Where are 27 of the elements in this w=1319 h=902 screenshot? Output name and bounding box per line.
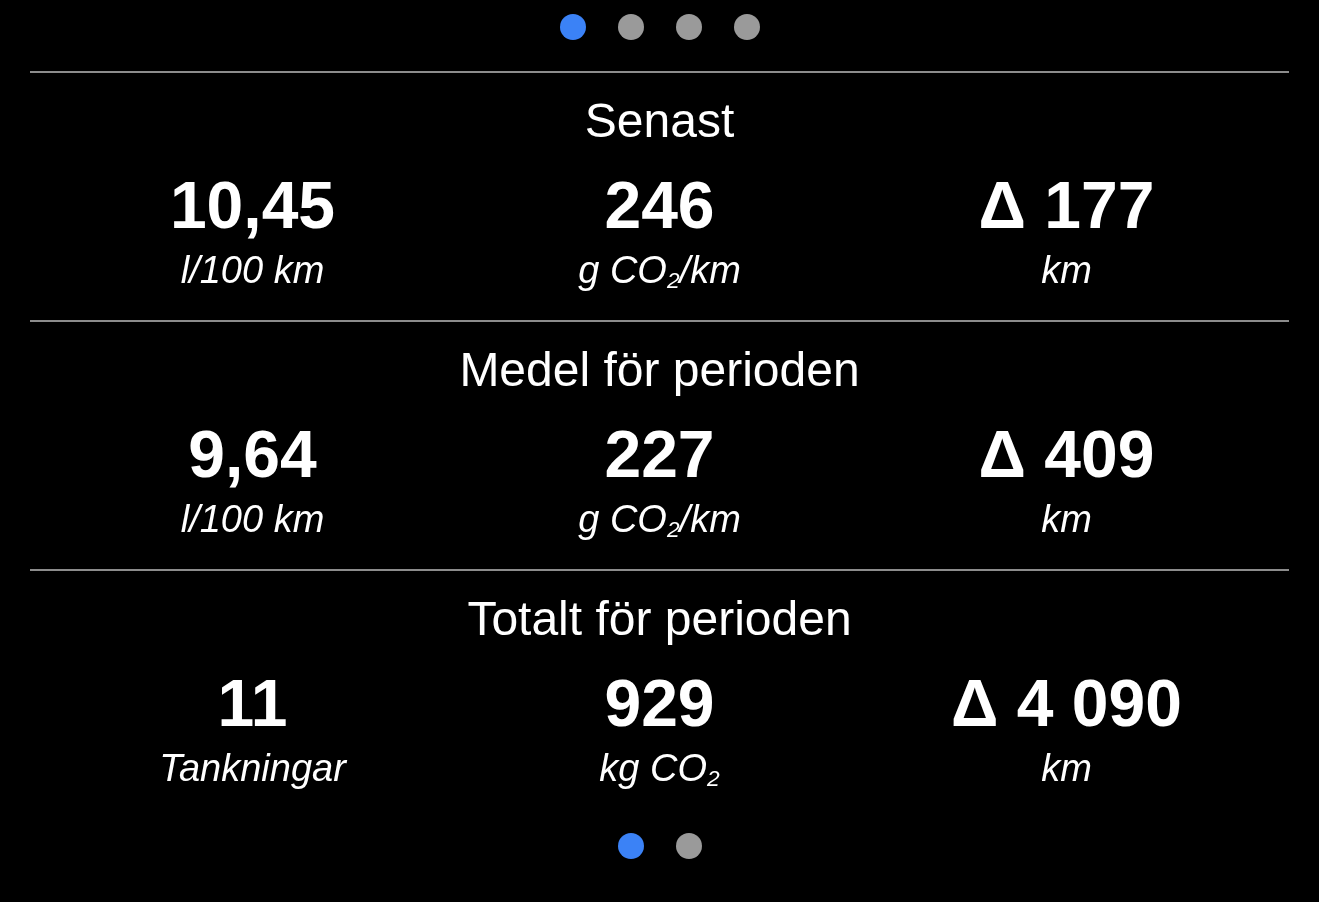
stat-unit: km (1041, 497, 1092, 542)
stat-unit: g CO$_{2}$/km (578, 248, 741, 295)
page-dot[interactable] (617, 14, 644, 40)
page-dot[interactable] (617, 833, 644, 859)
stat-value: 246 (604, 169, 715, 241)
stat-value: Δ 4 090 (951, 667, 1182, 739)
page-dot[interactable] (733, 14, 760, 40)
stat-value: 9,64 (188, 418, 317, 490)
stat-unit: l/100 km (180, 248, 325, 293)
stat-value: 11 (217, 667, 288, 739)
stat-unit: km (1041, 248, 1092, 293)
stat-value: Δ 409 (978, 418, 1155, 490)
section-title: Medel för perioden (459, 342, 860, 398)
stat-unit: kg CO$_{2}$ (599, 746, 720, 793)
stat-unit: Tankningar (159, 746, 346, 791)
stat-unit: g CO$_{2}$/km (578, 497, 741, 544)
section-title: Senast (584, 93, 735, 149)
stat-unit: km (1041, 746, 1092, 791)
page-dot[interactable] (675, 14, 702, 40)
page-dot[interactable] (559, 14, 586, 40)
section-title: Totalt för perioden (467, 591, 852, 647)
stat-value: 10,45 (169, 169, 336, 241)
stat-value: Δ 177 (978, 169, 1155, 241)
stat-value: 929 (604, 667, 715, 739)
stat-unit: l/100 km (180, 497, 325, 542)
page-dot[interactable] (675, 833, 702, 859)
stat-value: 227 (604, 418, 715, 490)
